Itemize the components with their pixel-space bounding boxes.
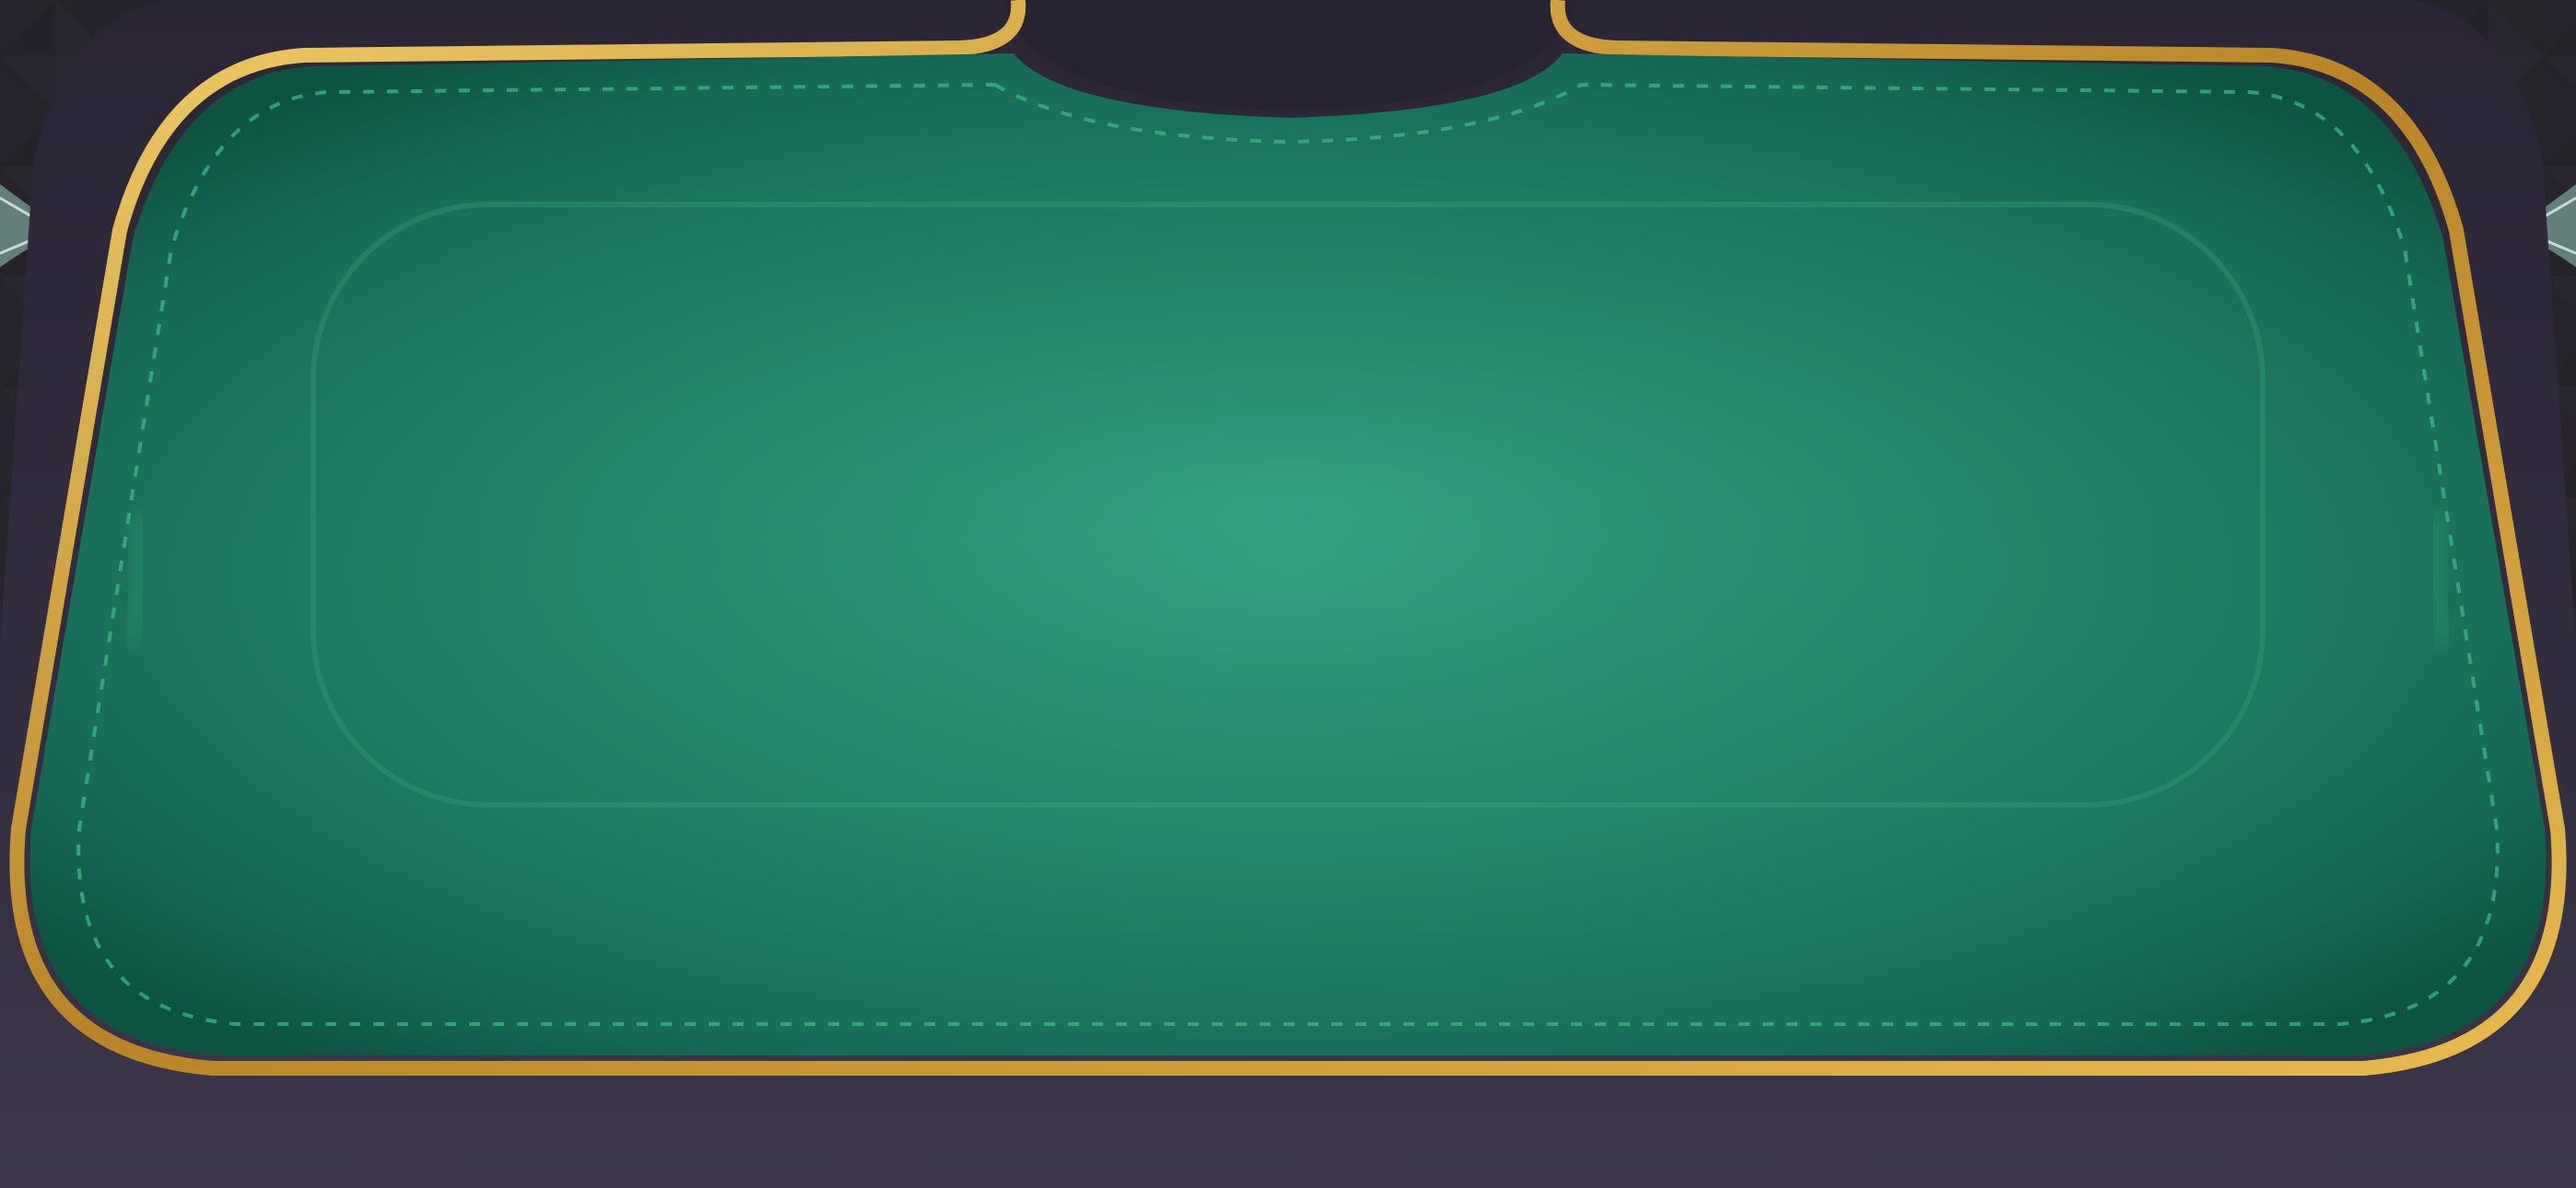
game-scene xyxy=(0,0,2576,1188)
table-svg xyxy=(0,0,2576,1188)
felt-inner-panel xyxy=(310,202,2266,808)
